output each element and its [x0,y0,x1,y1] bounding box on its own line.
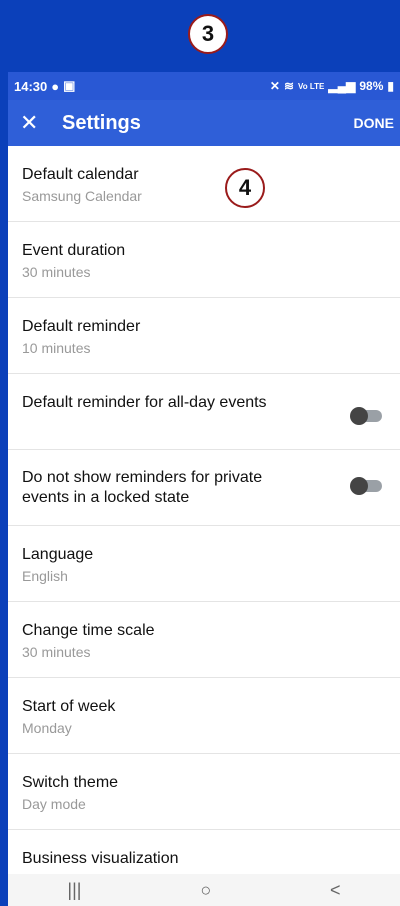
setting-switch-theme[interactable]: Switch theme Day mode [8,754,400,830]
setting-value: Samsung Calendar [22,188,142,204]
setting-all-day-reminder[interactable]: Default reminder for all-day events [8,374,400,450]
setting-title: Business visualization [22,850,179,867]
setting-value: Day mode [22,796,86,812]
setting-private-reminders[interactable]: Do not show reminders for private events… [8,450,400,526]
android-nav-bar: ||| ○ < [8,874,400,906]
setting-event-duration[interactable]: Event duration 30 minutes [8,222,400,298]
setting-title: Do not show reminders for private events… [22,469,263,506]
setting-title: Start of week [22,698,116,715]
annotation-marker-4: 4 [225,168,265,208]
phone-screen: 14:30 ● ▣ ✕ ≋ Vo LTE ▂▄▆ 98% ▮ ✕ Setting… [8,72,400,906]
setting-start-of-week[interactable]: Start of week Monday [8,678,400,754]
mute-icon: ✕ [269,79,280,93]
wifi-icon: ≋ [283,79,295,93]
done-button[interactable]: DONE [354,115,394,131]
battery-icon: ▮ [387,79,394,93]
toggle-knob [350,477,368,495]
setting-value: Monday [22,720,72,736]
setting-title: Default reminder for all-day events [22,394,267,411]
setting-language[interactable]: Language English [8,526,400,602]
setting-time-scale[interactable]: Change time scale 30 minutes [8,602,400,678]
toggle-knob [350,407,368,425]
private-reminders-toggle[interactable] [350,477,382,495]
setting-title: Change time scale [22,622,155,639]
home-icon[interactable]: ○ [200,880,211,901]
setting-business-visualization[interactable]: Business visualization [8,830,400,874]
close-icon[interactable]: ✕ [20,110,52,136]
recent-apps-icon[interactable]: ||| [67,880,81,901]
setting-title: Default calendar [22,166,139,183]
notification-icon: ● [51,78,60,94]
back-icon[interactable]: < [330,880,341,901]
annotation-marker-3: 3 [188,14,228,54]
volte-text: Vo LTE [298,81,325,91]
settings-list: Default calendar Samsung Calendar Event … [8,146,400,874]
setting-title: Default reminder [22,318,141,335]
all-day-reminder-toggle[interactable] [350,407,382,425]
setting-default-reminder[interactable]: Default reminder 10 minutes [8,298,400,374]
setting-default-calendar[interactable]: Default calendar Samsung Calendar [8,146,400,222]
image-notification-icon: ▣ [63,78,76,93]
page-title: Settings [62,111,141,134]
background-frame: 3 14:30 ● ▣ ✕ ≋ Vo LTE ▂▄▆ 98% ▮ ✕ Setti… [0,0,400,906]
signal-icon: ▂▄▆ [328,79,356,93]
setting-value: 30 minutes [22,644,91,660]
setting-title: Language [22,546,94,563]
settings-toolbar: ✕ Settings DONE [8,100,400,146]
status-bar: 14:30 ● ▣ ✕ ≋ Vo LTE ▂▄▆ 98% ▮ [8,72,400,100]
setting-value: 30 minutes [22,264,91,280]
setting-title: Event duration [22,242,126,259]
setting-value: 10 minutes [22,340,91,356]
status-time: 14:30 [14,78,48,94]
setting-value: English [22,568,68,584]
setting-title: Switch theme [22,774,119,791]
battery-percent: 98% [359,79,384,93]
